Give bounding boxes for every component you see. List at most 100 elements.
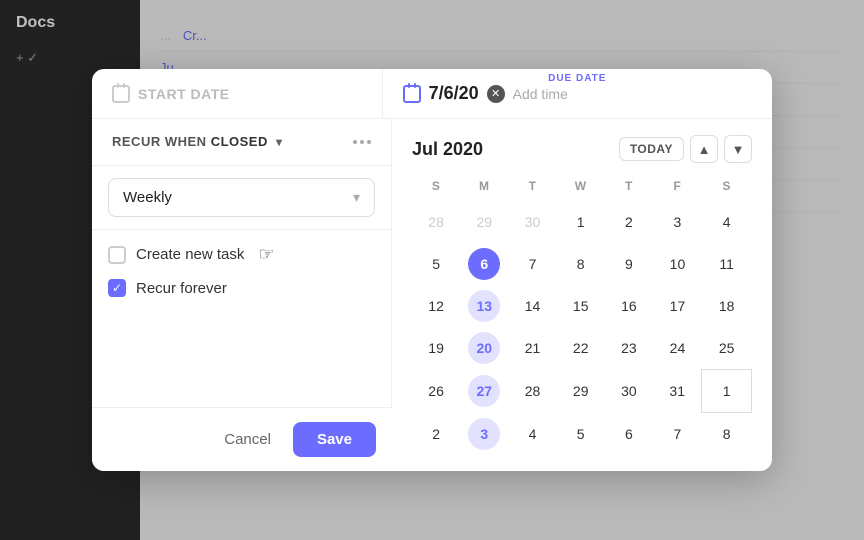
calendar-day[interactable]: 7 [508,243,556,285]
calendar-month-year: Jul 2020 [412,139,483,160]
calendar-day-number: 2 [420,418,452,450]
due-date-clear-button[interactable]: ✕ [487,85,505,103]
dot-3 [367,140,371,144]
calendar-day[interactable]: 5 [557,413,605,456]
calendar-day[interactable]: 4 [702,201,752,243]
calendar-day[interactable]: 29 [460,201,508,243]
create-new-task-label: Create new task [136,246,244,263]
calendar-day[interactable]: 19 [412,327,460,370]
calendar-day[interactable]: 6 [460,243,508,285]
calendar-day[interactable]: 30 [605,370,653,413]
modal-overlay: START DATE DUE DATE 7/6/20 ✕ Add time RE… [0,0,864,540]
add-time-label[interactable]: Add time [513,86,568,102]
day-header-thu: T [605,175,653,201]
recur-dropdown-arrow-icon[interactable]: ▾ [276,135,283,149]
calendar-week-1: 282930 1234 [412,201,752,243]
save-button[interactable]: Save [293,422,376,457]
calendar-panel: Jul 2020 TODAY ▲ ▼ S M T W T [392,119,772,471]
calendar-day-number: 4 [711,206,743,238]
calendar-day[interactable]: 1 [557,201,605,243]
calendar-day[interactable]: 9 [605,243,653,285]
calendar-day-number: 4 [517,418,549,450]
calendar-day[interactable]: 29 [557,370,605,413]
calendar-day[interactable]: 31 [653,370,702,413]
day-header-sat: S [702,175,752,201]
calendar-day[interactable]: 14 [508,285,556,327]
recur-header: RECUR WHEN CLOSED ▾ [92,119,391,166]
calendar-day[interactable]: 21 [508,327,556,370]
calendar-day[interactable]: 8 [557,243,605,285]
today-button[interactable]: TODAY [619,137,684,161]
modal: START DATE DUE DATE 7/6/20 ✕ Add time RE… [92,69,772,471]
cancel-button[interactable]: Cancel [212,423,283,456]
day-header-mon: M [460,175,508,201]
calendar-day[interactable]: 2 [605,201,653,243]
calendar-day[interactable]: 25 [702,327,752,370]
day-header-tue: T [508,175,556,201]
recur-forever-option[interactable]: ✓ Recur forever [108,279,375,297]
calendar-week-3: 1213 14151617 18 [412,285,752,327]
calendar-day[interactable]: 11 [702,243,752,285]
calendar-day[interactable]: 5 [412,243,460,285]
due-date-top-label: DUE DATE [548,73,606,84]
calendar-day-number: 3 [468,418,500,450]
calendar-day-number: 29 [468,206,500,238]
calendar-day[interactable]: 26 [412,370,460,413]
calendar-day[interactable]: 4 [508,413,556,456]
frequency-chevron-down-icon: ▾ [353,189,360,206]
calendar-day[interactable]: 28 [508,370,556,413]
calendar-day[interactable]: 24 [653,327,702,370]
dots-menu-button[interactable] [353,140,371,144]
modal-footer: Cancel Save [92,407,392,471]
calendar-day-number: 19 [420,332,452,364]
calendar-day[interactable]: 30 [508,201,556,243]
calendar-day[interactable]: 8 [702,413,752,456]
recur-frequency-dropdown[interactable]: Weekly ▾ [108,178,375,217]
calendar-day[interactable]: 20 [460,327,508,370]
calendar-day-number: 31 [661,375,693,407]
calendar-day[interactable]: 1 [702,370,752,413]
calendar-day-number: 6 [613,418,645,450]
modal-header: START DATE DUE DATE 7/6/20 ✕ Add time [92,69,772,119]
calendar-day-number: 14 [517,290,549,322]
calendar-day[interactable]: 3 [653,201,702,243]
calendar-day-number: 23 [613,332,645,364]
next-month-button[interactable]: ▼ [724,135,752,163]
prev-month-button[interactable]: ▲ [690,135,718,163]
calendar-day[interactable]: 28 [412,201,460,243]
calendar-day[interactable]: 15 [557,285,605,327]
calendar-day[interactable]: 13 [460,285,508,327]
calendar-day[interactable]: 2 [412,413,460,456]
calendar-day[interactable]: 10 [653,243,702,285]
recur-forever-checkbox[interactable]: ✓ [108,279,126,297]
calendar-week-5: 2627 282930 31 1 [412,370,752,413]
calendar-day[interactable]: 23 [605,327,653,370]
calendar-day[interactable]: 27 [460,370,508,413]
recur-title-text: RECUR WHEN CLOSED ▾ [112,134,283,149]
calendar-day-number: 1 [711,375,743,407]
calendar-day-number: 7 [517,248,549,280]
recur-options: Create new task ☞ ✓ Recur forever [92,230,391,311]
calendar-day-number: 6 [468,248,500,280]
calendar-day-number: 1 [565,206,597,238]
create-new-task-checkbox[interactable] [108,246,126,264]
calendar-day-number: 28 [517,375,549,407]
calendar-day[interactable]: 17 [653,285,702,327]
calendar-day[interactable]: 22 [557,327,605,370]
start-date-section[interactable]: START DATE [92,69,383,118]
calendar-day[interactable]: 7 [653,413,702,456]
calendar-day-number: 30 [613,375,645,407]
calendar-day-number: 2 [613,206,645,238]
calendar-day[interactable]: 18 [702,285,752,327]
calendar-day-number: 21 [517,332,549,364]
calendar-day[interactable]: 3 [460,413,508,456]
calendar-day-number: 25 [711,332,743,364]
calendar-day-number: 13 [468,290,500,322]
calendar-day[interactable]: 12 [412,285,460,327]
calendar-day-number: 27 [468,375,500,407]
calendar-day-number: 17 [661,290,693,322]
calendar-day[interactable]: 16 [605,285,653,327]
calendar-day[interactable]: 6 [605,413,653,456]
create-new-task-option[interactable]: Create new task ☞ [108,244,375,265]
calendar-week-2: 567891011 [412,243,752,285]
